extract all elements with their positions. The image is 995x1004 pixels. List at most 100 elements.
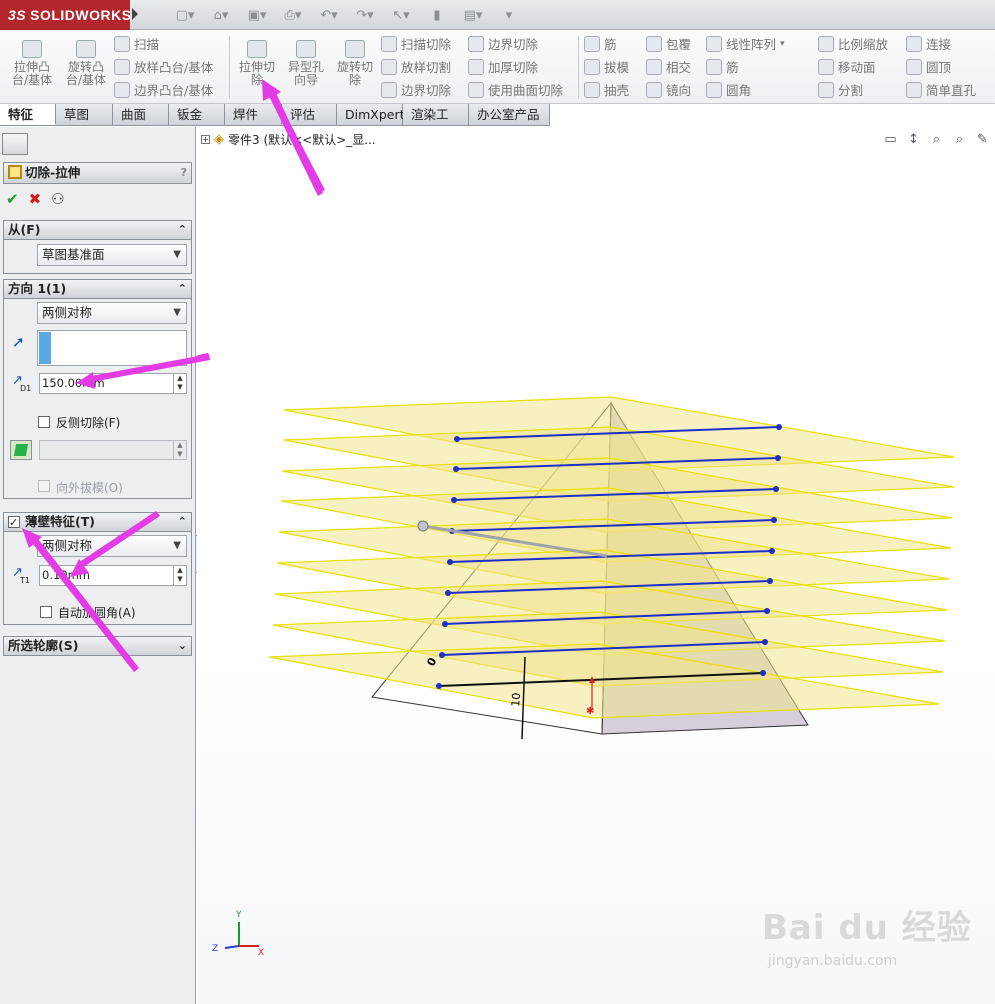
separator	[578, 36, 579, 98]
scale-button[interactable]: 比例缩放	[818, 32, 888, 55]
rib-button[interactable]: 筋	[584, 32, 629, 55]
customize-icon[interactable]: ▾	[494, 5, 524, 25]
tab-evaluate[interactable]: 评估	[282, 104, 337, 125]
rib-button-2[interactable]: 筋	[706, 55, 785, 78]
end-condition-select[interactable]: 两侧对称 ▼	[37, 302, 187, 324]
draft-button[interactable]: 拔模	[584, 55, 629, 78]
tab-weldments[interactable]: 焊件	[225, 104, 282, 125]
depth-spinner[interactable]: ▲ ▼	[173, 374, 186, 393]
dome-button[interactable]: 圆顶	[906, 55, 976, 78]
cut-extrude-icon	[8, 165, 22, 179]
surface-cut-button[interactable]: 使用曲面切除	[468, 78, 563, 101]
selected-contours-header[interactable]: 所选轮廓(S) ⌄	[3, 636, 192, 656]
wrap-button[interactable]: 包覆	[646, 32, 691, 55]
tab-sketch[interactable]: 草图	[56, 104, 113, 125]
collapse-icon[interactable]: ⌃	[178, 513, 187, 531]
join-button[interactable]: 连接	[906, 32, 976, 55]
draft-face-icon[interactable]	[10, 440, 32, 460]
tab-features[interactable]: 特征	[0, 104, 56, 125]
open-icon[interactable]: ⌂▾	[206, 5, 236, 25]
mirror-button[interactable]: 镜向	[646, 78, 691, 101]
thicken-cut-button[interactable]: 加厚切除	[468, 55, 563, 78]
ok-icon[interactable]: ✔	[6, 190, 19, 208]
thickness-input[interactable]: 0.10mm ▲ ▼	[39, 565, 187, 586]
expand-icon[interactable]: ⌄	[178, 637, 187, 655]
draft-spinner[interactable]: ▲ ▼	[173, 441, 186, 459]
flip-side-cut-checkbox[interactable]	[38, 416, 50, 428]
menu-arrow-icon[interactable]	[132, 8, 138, 20]
axis-x-label: X	[258, 948, 264, 958]
auto-fillet-checkbox[interactable]	[40, 606, 52, 618]
tab-sheet-metal[interactable]: 钣金	[169, 104, 225, 125]
extruded-cut-button[interactable]: 拉伸切 除	[233, 40, 281, 87]
tab-dimxpert[interactable]: DimXpert	[337, 104, 405, 125]
shell-button[interactable]: 抽壳	[584, 78, 629, 101]
direction-selection-box[interactable]	[37, 330, 187, 366]
expand-icon[interactable]: +	[201, 135, 210, 144]
sketch-point	[771, 517, 777, 523]
thin-feature-checkbox[interactable]	[8, 514, 20, 532]
feature-manager-tab[interactable]	[2, 133, 28, 155]
title-bar: 3S SOLIDWORKS ▢▾ ⌂▾ ▣▾ ⎙▾ ↶▾ ↷▾ ↖▾ ▮ ▤▾ ▾	[0, 0, 995, 30]
drag-handle[interactable]	[417, 520, 429, 532]
direction-arrow-icon[interactable]: ➚	[12, 333, 25, 351]
hole-wizard-button[interactable]: 异型孔 向导	[282, 40, 330, 87]
revolved-cut-button[interactable]: 旋转切 除	[331, 40, 379, 87]
move-face-button[interactable]: 移动面	[818, 55, 888, 78]
rebuild-icon[interactable]: ▮	[422, 5, 452, 25]
tools-icon[interactable]: ✎	[974, 131, 991, 148]
view-orientation-icon[interactable]: ▭	[882, 131, 899, 148]
split-button[interactable]: 分割	[818, 78, 888, 101]
rotate-icon[interactable]: ↕	[905, 131, 922, 148]
save-icon[interactable]: ▣▾	[242, 5, 272, 25]
fillet-button[interactable]: 圆角	[706, 78, 785, 101]
thin-feature-group-header[interactable]: 薄壁特征(T)⌃	[3, 512, 192, 532]
direction1-group-header[interactable]: 方向 1(1) ⌃	[3, 279, 192, 299]
features-group-1: 筋 拔模 抽壳	[584, 32, 629, 101]
zoom-area-icon[interactable]: ⌕	[951, 131, 968, 148]
draft-outward-checkbox[interactable]	[38, 480, 50, 492]
options-icon[interactable]: ▤▾	[458, 5, 488, 25]
boundary-boss-button[interactable]: 边界凸台/基体	[114, 78, 213, 101]
sweep-button[interactable]: 扫描	[114, 32, 213, 55]
zoom-to-fit-icon[interactable]: ⌕	[928, 131, 945, 148]
new-icon[interactable]: ▢▾	[170, 5, 200, 25]
undo-icon[interactable]: ↶▾	[314, 5, 344, 25]
revolved-boss-button[interactable]: 旋转凸 台/基体	[62, 40, 110, 87]
select-icon[interactable]: ↖▾	[386, 5, 416, 25]
simple-hole-button[interactable]: 简单直孔	[906, 78, 976, 101]
dropdown-arrow-icon[interactable]: ▾	[780, 39, 785, 49]
extruded-boss-button[interactable]: 拉伸凸 台/基体	[8, 40, 56, 87]
intersect-button[interactable]: 相交	[646, 55, 691, 78]
tab-office-products[interactable]: 办公室产品	[469, 104, 550, 125]
tab-render-tools[interactable]: 渲染工具	[403, 104, 469, 143]
thin-type-select[interactable]: 两侧对称 ▼	[37, 535, 187, 557]
lofted-cut-button[interactable]: 放样切割	[381, 55, 451, 78]
from-select[interactable]: 草图基准面 ▼	[37, 244, 187, 266]
collapse-icon[interactable]: ⌃	[178, 280, 187, 298]
linear-pattern-button[interactable]: 线性阵列 ▾	[706, 32, 785, 55]
from-group: 草图基准面 ▼	[3, 240, 192, 274]
preview-icon[interactable]: ⚇	[51, 190, 64, 208]
cancel-icon[interactable]: ✖	[29, 190, 42, 208]
swept-cut-button[interactable]: 扫描切除	[381, 32, 451, 55]
sweep-icon	[114, 35, 130, 52]
solidworks-logo[interactable]: 3S SOLIDWORKS	[0, 0, 131, 30]
boundary-cut-button-2[interactable]: 边界切除	[468, 32, 563, 55]
draft-angle-input[interactable]: ▲ ▼	[39, 440, 187, 460]
thickness-spinner[interactable]: ▲ ▼	[173, 566, 186, 585]
feature-tree-flyout[interactable]: + ◈ 零件3 (默认<<默认>_显...	[201, 131, 376, 148]
tab-surface[interactable]: 曲面	[113, 104, 169, 125]
loft-boss-button[interactable]: 放样凸台/基体	[114, 55, 213, 78]
depth-input[interactable]: 150.00mm ▲ ▼	[39, 373, 187, 394]
help-icon[interactable]: ?	[181, 163, 187, 183]
collapse-icon[interactable]: ⌃	[178, 221, 187, 239]
redo-icon[interactable]: ↷▾	[350, 5, 380, 25]
sketch-point	[769, 548, 775, 554]
print-icon[interactable]: ⎙▾	[278, 5, 308, 25]
graphics-area[interactable]: 10 0 ✱ Y X Z + ◈ 零件3 (默认<<默认>_显... ▭ ↕ ⌕…	[197, 127, 995, 1004]
extrude-cut-icon	[247, 40, 267, 58]
from-group-header[interactable]: 从(F) ⌃	[3, 220, 192, 240]
dimension-label-10[interactable]: 10	[509, 692, 523, 707]
boundary-cut-button[interactable]: 边界切除	[381, 78, 451, 101]
